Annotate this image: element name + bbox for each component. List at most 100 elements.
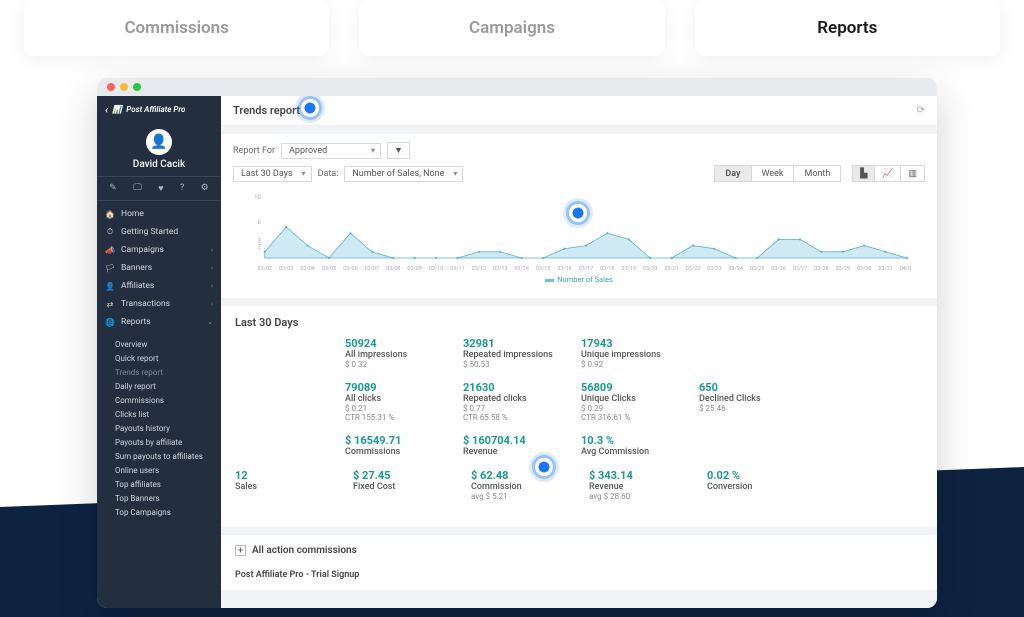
- top-tab-campaigns[interactable]: Campaigns: [359, 0, 664, 56]
- top-tab-reports[interactable]: Reports: [695, 0, 1000, 56]
- svg-text:03/12: 03/12: [472, 266, 486, 272]
- refresh-icon[interactable]: ⟳: [917, 105, 925, 116]
- metric-value: 650: [699, 381, 801, 394]
- metric-label: Revenue: [589, 482, 691, 492]
- maximize-icon[interactable]: [133, 83, 141, 91]
- nav-icon: 👤: [105, 282, 115, 291]
- svg-text:6: 6: [257, 219, 261, 226]
- nav-icon: 📣: [105, 246, 115, 255]
- metric-value: $ 343.14: [589, 469, 691, 482]
- help-icon[interactable]: ?: [180, 183, 184, 194]
- nav-icon: 🌐: [105, 318, 115, 327]
- chevron-right-icon: ⌄: [207, 318, 213, 326]
- metric-value: 10.3 %: [581, 434, 683, 447]
- data-series-dropdown[interactable]: Number of Sales, None: [344, 166, 463, 182]
- monitor-icon[interactable]: 🖵: [133, 183, 142, 194]
- minimize-icon[interactable]: [120, 83, 128, 91]
- nav-item-reports[interactable]: 🌐Reports⌄: [97, 313, 221, 331]
- metric-value: 0.02 %: [707, 469, 809, 482]
- window-titlebar: [97, 78, 937, 96]
- metric-label: Repeated impressions: [463, 350, 565, 360]
- avatar[interactable]: 👤: [146, 129, 172, 155]
- metric-sub: CTR 155.31 %: [345, 413, 447, 422]
- metric-sub: avg $ 28.60: [589, 492, 691, 501]
- nav-item-transactions[interactable]: ⇄Transactions›: [97, 295, 221, 313]
- page-title: Trends report: [233, 104, 300, 117]
- all-action-section: + All action commissions Post Affiliate …: [221, 535, 937, 590]
- metric-card: 17943Unique impressions$ 0.92: [581, 337, 683, 369]
- highlight-pulse: [301, 99, 319, 117]
- chart-type-bar-icon[interactable]: ▥: [900, 165, 925, 182]
- metric-sub: avg $ 5.21: [471, 492, 573, 501]
- svg-text:03/08: 03/08: [386, 266, 400, 272]
- subnav-trends-report[interactable]: Trends report: [97, 365, 221, 379]
- svg-text:03/17: 03/17: [579, 266, 593, 272]
- chart-type-area-icon[interactable]: ▙: [852, 165, 875, 182]
- subnav-top-banners[interactable]: Top Banners: [97, 491, 221, 505]
- interval-day[interactable]: Day: [714, 165, 751, 182]
- subnav-top-affiliates[interactable]: Top affiliates: [97, 477, 221, 491]
- svg-text:03/15: 03/15: [536, 266, 550, 272]
- subnav-payouts-history[interactable]: Payouts history: [97, 421, 221, 435]
- top-tab-commissions[interactable]: Commissions: [24, 0, 329, 56]
- svg-text:03/09: 03/09: [407, 266, 421, 272]
- gear-icon[interactable]: ⚙: [201, 183, 209, 194]
- svg-text:03/31: 03/31: [878, 266, 892, 272]
- subnav-payouts-by-affiliate[interactable]: Payouts by affiliate: [97, 435, 221, 449]
- svg-text:03/22: 03/22: [686, 266, 700, 272]
- nav-item-home[interactable]: 🏠Home: [97, 205, 221, 223]
- report-for-dropdown[interactable]: Approved: [281, 143, 381, 159]
- svg-text:03/03: 03/03: [279, 266, 293, 272]
- subnav-commissions[interactable]: Commissions: [97, 393, 221, 407]
- main-panel[interactable]: Trends report ⟳ Report For Approved ▼ La…: [221, 96, 937, 608]
- filter-button[interactable]: ▼: [387, 142, 410, 159]
- page-header: Trends report ⟳: [221, 96, 937, 126]
- interval-week[interactable]: Week: [751, 165, 795, 182]
- subnav-quick-report[interactable]: Quick report: [97, 351, 221, 365]
- nav-item-campaigns[interactable]: 📣Campaigns›: [97, 241, 221, 259]
- back-icon[interactable]: ‹: [105, 103, 108, 116]
- chevron-right-icon: ›: [211, 300, 213, 308]
- svg-text:03/30: 03/30: [857, 266, 871, 272]
- subnav-daily-report[interactable]: Daily report: [97, 379, 221, 393]
- metric-card: 10.3 %Avg Commission: [581, 434, 683, 457]
- heart-icon[interactable]: ♥: [158, 183, 163, 194]
- svg-text:03/10: 03/10: [429, 266, 443, 272]
- nav-item-banners[interactable]: 🏳Banners›: [97, 259, 221, 277]
- metric-value: $ 160704.14: [463, 434, 565, 447]
- metric-label: Sales: [235, 482, 337, 492]
- metric-sub: $ 25.46: [699, 404, 801, 413]
- nav-label: Transactions: [121, 299, 170, 309]
- chart-type-line-icon[interactable]: 📈: [874, 165, 901, 182]
- date-range-dropdown[interactable]: Last 30 Days: [233, 166, 312, 182]
- edit-icon[interactable]: ✎: [109, 183, 117, 194]
- metric-card: $ 27.45Fixed Cost: [353, 469, 455, 501]
- close-icon[interactable]: [107, 83, 115, 91]
- svg-text:03/06: 03/06: [343, 266, 357, 272]
- subnav-online-users[interactable]: Online users: [97, 463, 221, 477]
- nav-item-getting-started[interactable]: ⏱Getting Started: [97, 223, 221, 241]
- metric-sub: $ 0.32: [345, 360, 447, 369]
- metric-label: Avg Commission: [581, 447, 683, 457]
- svg-text:03/21: 03/21: [664, 266, 678, 272]
- all-action-title: All action commissions: [252, 545, 357, 556]
- svg-text:03/20: 03/20: [643, 266, 657, 272]
- subnav-sum-payouts-to-affiliates[interactable]: Sum payouts to affiliates: [97, 449, 221, 463]
- nav-label: Banners: [121, 263, 152, 273]
- metric-card: $ 62.48Commissionavg $ 5.21: [471, 469, 573, 501]
- subnav-overview[interactable]: Overview: [97, 337, 221, 351]
- metric-card: $ 343.14Revenueavg $ 28.60: [589, 469, 691, 501]
- subnav-clicks-list[interactable]: Clicks list: [97, 407, 221, 421]
- metric-sub: CTR 316.61 %: [581, 413, 683, 422]
- svg-text:03/27: 03/27: [793, 266, 807, 272]
- nav-item-affiliates[interactable]: 👤Affiliates›: [97, 277, 221, 295]
- subnav-top-campaigns[interactable]: Top Campaigns: [97, 505, 221, 519]
- svg-text:03/28: 03/28: [814, 266, 828, 272]
- expand-icon[interactable]: +: [235, 545, 246, 556]
- metric-value: 56809: [581, 381, 683, 394]
- svg-text:03/05: 03/05: [322, 266, 336, 272]
- metric-card: 0.02 %Conversion: [707, 469, 809, 501]
- metric-label: Commission: [471, 482, 573, 492]
- interval-month[interactable]: Month: [793, 165, 841, 182]
- svg-text:03/11: 03/11: [450, 266, 464, 272]
